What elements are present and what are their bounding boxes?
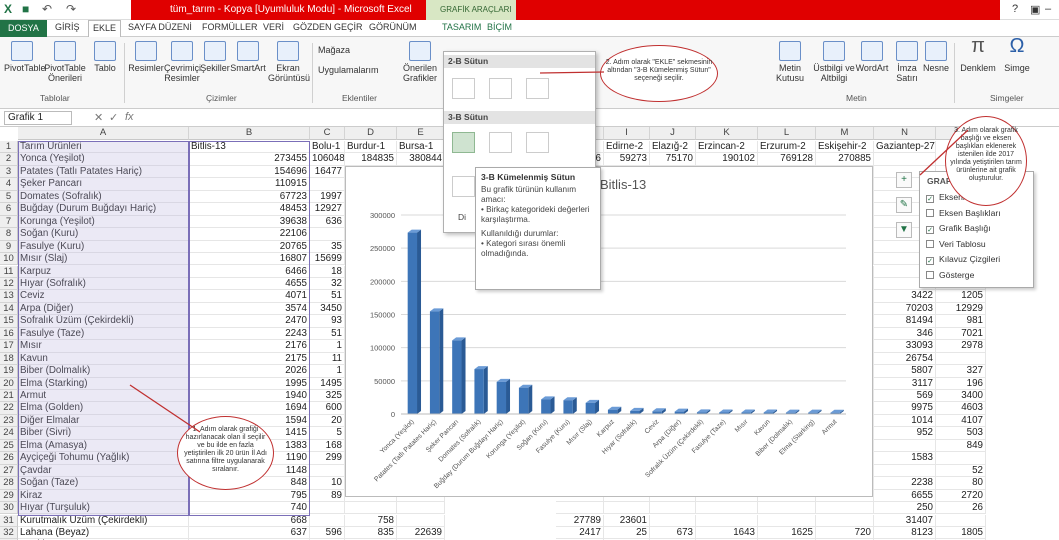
callout-step3-pointer	[919, 129, 969, 176]
callout-pointers	[129, 71, 969, 433]
callout-step1-pointer	[129, 384, 201, 433]
callout-step2-pointer	[539, 71, 605, 74]
